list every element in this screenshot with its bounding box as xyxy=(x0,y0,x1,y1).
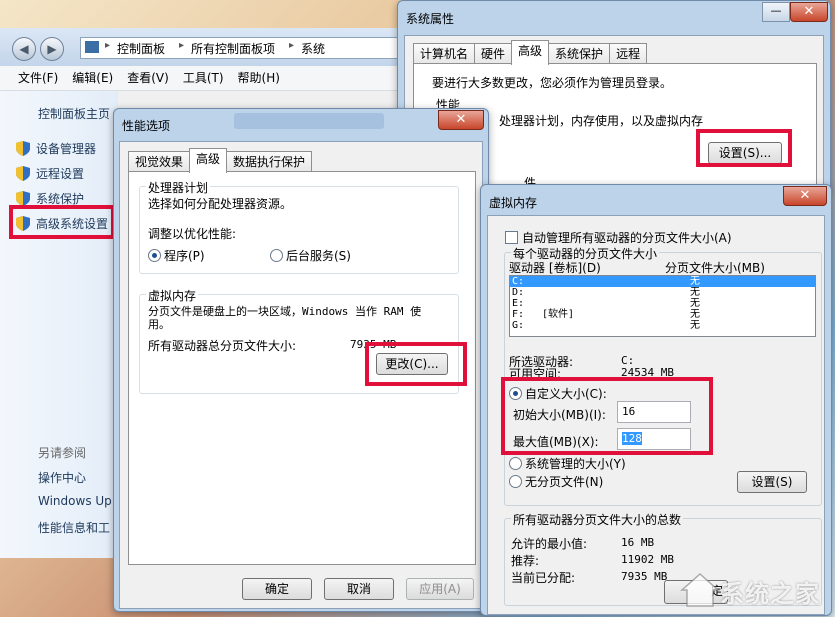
menu-bar: 文件(F) 编辑(E) 查看(V) 工具(T) 帮助(H) xyxy=(0,66,438,91)
vm-total-label: 所有驱动器总分页文件大小: xyxy=(148,339,297,353)
highlight-change-button xyxy=(365,342,467,386)
optimize-label: 调整以优化性能: xyxy=(148,227,237,241)
highlight-custom-size xyxy=(501,377,713,455)
tab-hardware[interactable]: 硬件 xyxy=(474,43,513,65)
performance-description: 处理器计划，内存使用，以及虚拟内存 xyxy=(499,114,704,128)
performance-options-window: 性能选项 ✕ 视觉效果 高级 数据执行保护 处理器计划 选择如何分配处理器资源。… xyxy=(113,108,489,612)
tab-advanced[interactable]: 高级 xyxy=(511,40,550,65)
list-item[interactable]: F: [软件] 无 xyxy=(510,309,815,320)
menu-file[interactable]: 文件(F) xyxy=(18,66,58,90)
processor-desc: 选择如何分配处理器资源。 xyxy=(148,197,293,211)
shield-icon xyxy=(16,166,30,181)
window-title: 系统属性 xyxy=(406,12,455,26)
forward-button[interactable]: ▶ xyxy=(40,37,64,61)
address-bar[interactable]: ▸ 控制面板 ▸ 所有控制面板项 ▸ 系统 xyxy=(80,37,412,59)
recommended-label: 推荐: xyxy=(511,554,540,568)
shield-icon xyxy=(16,191,30,206)
recommended-value: 11902 MB xyxy=(621,553,674,566)
window-title: 虚拟内存 xyxy=(489,196,538,210)
sidebar-home-link[interactable]: 控制面板主页 xyxy=(38,105,110,122)
min-label: 允许的最小值: xyxy=(511,537,588,551)
see-also-title: 另请参阅 xyxy=(38,446,87,460)
sidebar: 控制面板主页 设备管理器 远程设置 系统保护 高级系统设置 另请参阅 操作中心 … xyxy=(0,91,118,558)
breadcrumb-sep-icon: ▸ xyxy=(105,40,111,51)
breadcrumb-all-items[interactable]: 所有控制面板项 xyxy=(191,40,275,57)
auto-manage-checkbox[interactable]: 自动管理所有驱动器的分页文件大小(A) xyxy=(505,229,732,246)
admin-note: 要进行大多数更改，您必须作为管理员登录。 xyxy=(432,76,673,90)
list-item[interactable]: E: 无 xyxy=(510,298,815,309)
breadcrumb-control-panel[interactable]: 控制面板 xyxy=(117,40,165,57)
close-button[interactable]: ✕ xyxy=(438,110,484,130)
col-drive-header: 驱动器 [卷标](D) xyxy=(509,261,601,275)
minimize-button[interactable]: — xyxy=(762,2,790,22)
drive-list[interactable]: C: 无 D: 无 E: 无 F: [软件] 无 G: 无 xyxy=(509,275,816,337)
breadcrumb-sep-icon: ▸ xyxy=(289,40,295,51)
min-value: 16 MB xyxy=(621,536,655,549)
per-drive-group: 每个驱动器的分页文件大小 驱动器 [卷标](D) 分页文件大小(MB) C: 无 … xyxy=(501,245,822,506)
control-panel-icon xyxy=(85,41,99,53)
breadcrumb-sep-icon: ▸ xyxy=(179,40,185,51)
tab-computer-name[interactable]: 计算机名 xyxy=(413,43,476,65)
allocated-value: 7935 MB xyxy=(621,570,668,583)
tab-dep[interactable]: 数据执行保护 xyxy=(226,151,313,173)
watermark-logo: 系统之家 xyxy=(680,568,830,612)
sidebar-item-device-manager[interactable]: 设备管理器 xyxy=(16,140,96,157)
highlight-settings-button xyxy=(696,129,792,167)
close-button[interactable]: ✕ xyxy=(783,186,827,206)
house-icon xyxy=(680,572,720,607)
vm-description: 分页文件是硬盘上的一块区域，Windows 当作 RAM 使用。 xyxy=(148,305,422,331)
tab-visual-effects[interactable]: 视觉效果 xyxy=(128,151,191,173)
menu-tools[interactable]: 工具(T) xyxy=(183,66,224,90)
close-button[interactable]: ✕ xyxy=(790,2,828,22)
menu-view[interactable]: 查看(V) xyxy=(127,66,169,90)
radio-programs[interactable]: 程序(P) xyxy=(148,247,205,264)
tab-remote[interactable]: 远程 xyxy=(609,43,648,65)
menu-edit[interactable]: 编辑(E) xyxy=(72,66,113,90)
breadcrumb-system[interactable]: 系统 xyxy=(301,40,325,57)
list-item[interactable]: C: 无 xyxy=(510,276,815,287)
col-size-header: 分页文件大小(MB) xyxy=(665,261,765,275)
virtual-memory-window: 虚拟内存 ✕ 自动管理所有驱动器的分页文件大小(A) 每个驱动器的分页文件大小 … xyxy=(480,184,832,616)
allocated-label: 当前已分配: xyxy=(511,571,576,585)
apply-button[interactable]: 应用(A) xyxy=(406,578,474,600)
list-item[interactable]: D: 无 xyxy=(510,287,815,298)
see-also-performance[interactable]: 性能信息和工 xyxy=(38,519,110,536)
see-also-windows-update[interactable]: Windows Up xyxy=(38,494,112,508)
back-button[interactable]: ◀ xyxy=(12,37,36,61)
sidebar-item-remote-settings[interactable]: 远程设置 xyxy=(16,165,84,182)
tab-system-protection[interactable]: 系统保护 xyxy=(548,43,611,65)
blurred-title-text xyxy=(234,113,384,129)
highlight-advanced-settings xyxy=(9,205,115,239)
processor-scheduling-group: 处理器计划 选择如何分配处理器资源。 调整以优化性能: 程序(P) 后台服务(S… xyxy=(139,179,459,274)
set-button[interactable]: 设置(S) xyxy=(737,471,807,493)
radio-system-managed[interactable]: 系统管理的大小(Y) xyxy=(509,455,626,472)
see-also-action-center[interactable]: 操作中心 xyxy=(38,469,86,486)
window-title: 性能选项 xyxy=(122,119,171,133)
shield-icon xyxy=(16,141,30,156)
radio-no-paging[interactable]: 无分页文件(N) xyxy=(509,473,603,490)
tab-advanced[interactable]: 高级 xyxy=(189,148,228,173)
menu-help[interactable]: 帮助(H) xyxy=(238,66,280,90)
radio-background-services[interactable]: 后台服务(S) xyxy=(270,247,351,264)
ok-button[interactable]: 确定 xyxy=(242,578,312,600)
list-item[interactable]: G: 无 xyxy=(510,320,815,331)
cancel-button[interactable]: 取消 xyxy=(324,578,394,600)
